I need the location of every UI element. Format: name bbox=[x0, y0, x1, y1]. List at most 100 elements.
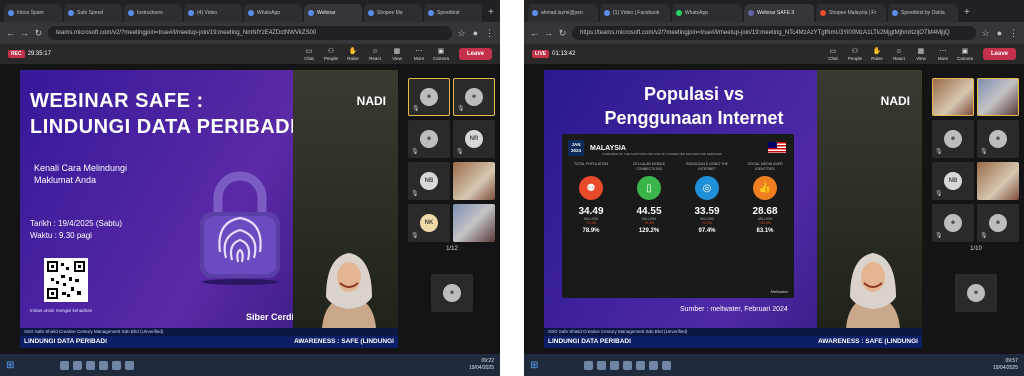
participant-tile[interactable]: ☻ 🎙 bbox=[977, 204, 1019, 242]
browser-tab[interactable]: WhatsApp bbox=[244, 4, 302, 22]
participant-tile[interactable]: NR 🎙 bbox=[453, 120, 495, 158]
camera-button[interactable]: ▣ Camera bbox=[957, 47, 973, 61]
browser-tab[interactable]: Speedtest bbox=[424, 4, 482, 22]
browser-tab[interactable]: ahmad.lazmi@pen bbox=[528, 4, 598, 22]
forward-icon[interactable]: → bbox=[20, 28, 29, 38]
participant-video-tile[interactable] bbox=[453, 204, 495, 242]
meeting-tools: ▭ Chat ⚇ People ✋ Raise ☺ React ▦ View ⋯ More … bbox=[301, 47, 449, 61]
url-field[interactable]: https://teams.microsoft.com/v2/?meetingj… bbox=[572, 26, 976, 40]
profile-icon[interactable]: ● bbox=[471, 28, 480, 38]
stat-change: +20.0% bbox=[759, 221, 771, 225]
leave-button[interactable]: Leave bbox=[982, 48, 1016, 60]
participant-tile[interactable]: ☻ 🎙 bbox=[932, 204, 974, 242]
forward-icon[interactable]: → bbox=[544, 28, 553, 38]
taskbar-app-icon[interactable] bbox=[86, 360, 96, 370]
ticker-left: LINDUNGI DATA PERIBADI bbox=[548, 338, 631, 345]
participant-tile[interactable]: ☻ 🎙 bbox=[453, 78, 495, 116]
camera-button[interactable]: ▣ Camera bbox=[433, 47, 449, 61]
taskbar-app-icon[interactable] bbox=[597, 360, 607, 370]
participant-tile[interactable]: NB 🎙 bbox=[408, 162, 450, 200]
tab-favicon-icon bbox=[676, 10, 682, 16]
taskbar-app-icon[interactable] bbox=[584, 360, 594, 370]
reload-icon[interactable]: ↻ bbox=[558, 28, 567, 39]
star-icon[interactable]: ☆ bbox=[981, 28, 990, 39]
back-icon[interactable]: ← bbox=[6, 28, 15, 38]
taskbar-app-icon[interactable] bbox=[112, 360, 122, 370]
self-view-tile[interactable]: ☻ bbox=[431, 274, 473, 312]
camera-icon: ▣ bbox=[961, 48, 969, 55]
participant-tile[interactable]: NK 🎙 bbox=[408, 204, 450, 242]
new-tab-icon[interactable]: + bbox=[488, 4, 494, 22]
participant-tile[interactable]: ☻ 🎙 bbox=[408, 120, 450, 158]
reload-icon[interactable]: ↻ bbox=[34, 28, 43, 39]
participant-video-tile[interactable] bbox=[977, 162, 1019, 200]
participant-tile[interactable]: ☻ 🎙 bbox=[408, 78, 450, 116]
back-icon[interactable]: ← bbox=[530, 28, 539, 38]
taskbar-app-icon[interactable] bbox=[649, 360, 659, 370]
grid-icon: ▦ bbox=[917, 48, 925, 55]
tab-favicon-icon bbox=[128, 10, 134, 16]
taskbar-app-icon[interactable] bbox=[73, 360, 83, 370]
browser-menu-icon[interactable]: ⋮ bbox=[1009, 28, 1018, 39]
participant-video-tile[interactable] bbox=[977, 78, 1019, 116]
taskbar-app-icon[interactable] bbox=[99, 360, 109, 370]
new-tab-icon[interactable]: + bbox=[964, 4, 970, 22]
stat-value: 28.68 bbox=[752, 206, 778, 217]
windows-start-icon[interactable]: ⊞ bbox=[530, 360, 538, 371]
taskbar-app-icon[interactable] bbox=[662, 360, 672, 370]
windows-start-icon[interactable]: ⊞ bbox=[6, 360, 14, 371]
taskbar-app-icon[interactable] bbox=[610, 360, 620, 370]
participant-tile[interactable]: ☻ 🎙 bbox=[932, 120, 974, 158]
slide-title-line-2: LINDUNGI DATA PERIBADI bbox=[30, 116, 297, 138]
taskbar-app-icon[interactable] bbox=[623, 360, 633, 370]
participant-video-tile[interactable] bbox=[453, 162, 495, 200]
browser-tab[interactable]: WhatsApp bbox=[672, 4, 742, 22]
view-button[interactable]: ▦ View bbox=[389, 47, 405, 61]
raise-hand-button[interactable]: ✋ Raise bbox=[345, 47, 361, 61]
more-button[interactable]: ⋯ More bbox=[411, 47, 427, 61]
people-button[interactable]: ⚇ People bbox=[323, 47, 339, 61]
star-icon[interactable]: ☆ bbox=[457, 28, 466, 39]
browser-tab[interactable]: Inbox Spam bbox=[4, 4, 62, 22]
leave-button[interactable]: Leave bbox=[458, 48, 492, 60]
chat-label: Chat bbox=[304, 56, 314, 61]
participant-tile[interactable]: ☻ 🎙 bbox=[977, 120, 1019, 158]
tab-label: WhatsApp bbox=[257, 10, 281, 16]
raise-hand-button[interactable]: ✋ Raise bbox=[869, 47, 885, 61]
browser-tab[interactable]: Safe Speed bbox=[64, 4, 122, 22]
browser-tab[interactable]: Speedtest by Ookla bbox=[888, 4, 958, 22]
taskbar-app-icon[interactable] bbox=[60, 360, 70, 370]
browser-tab[interactable]: (4) Video bbox=[184, 4, 242, 22]
gallery-pager[interactable]: 1/10 bbox=[932, 246, 1020, 252]
participant-video-tile[interactable] bbox=[932, 78, 974, 116]
taskbar-app-icon[interactable] bbox=[125, 360, 135, 370]
view-button[interactable]: ▦ View bbox=[913, 47, 929, 61]
browser-tab[interactable]: (1) Video | Facebook bbox=[600, 4, 670, 22]
url-field[interactable]: teams.microsoft.com/v2/?meetingjoin=true… bbox=[48, 26, 452, 40]
browser-tab[interactable]: Shopee Ma bbox=[364, 4, 422, 22]
stat-percent: 97.4% bbox=[698, 228, 716, 234]
system-tray-clock[interactable]: 09:57 19/04/2025 bbox=[993, 358, 1018, 372]
browser-tab-active[interactable]: Webinar bbox=[304, 4, 362, 22]
system-tray-clock[interactable]: 09:22 19/04/2025 bbox=[469, 358, 494, 372]
chat-button[interactable]: ▭ Chat bbox=[825, 47, 841, 61]
tab-favicon-icon bbox=[368, 10, 374, 16]
self-view-tile[interactable]: ☻ bbox=[955, 274, 997, 312]
browser-menu-icon[interactable]: ⋮ bbox=[485, 28, 494, 39]
more-button[interactable]: ⋯ More bbox=[935, 47, 951, 61]
gallery-pager[interactable]: 1/12 bbox=[408, 246, 496, 252]
chat-button[interactable]: ▭ Chat bbox=[301, 47, 317, 61]
profile-icon[interactable]: ● bbox=[995, 28, 1004, 38]
clock-date: 19/04/2025 bbox=[992, 365, 1018, 371]
react-button[interactable]: ☺ React bbox=[367, 47, 383, 61]
react-button[interactable]: ☺ React bbox=[891, 47, 907, 61]
stat-label: INDIVIDUALS USING THE INTERNET bbox=[686, 162, 728, 171]
participant-tile[interactable]: NB 🎙 bbox=[932, 162, 974, 200]
taskbar-app-icon[interactable] bbox=[636, 360, 646, 370]
browser-tab-active[interactable]: Webinar SAFE II bbox=[744, 4, 814, 22]
people-button[interactable]: ⚇ People bbox=[847, 47, 863, 61]
ticker-banner: LINDUNGI DATA PERIBADI AWARENESS : SAFE … bbox=[20, 336, 398, 348]
browser-tab[interactable]: Shopee Malaysia | Fr bbox=[816, 4, 886, 22]
person-icon: ☻ bbox=[420, 130, 438, 148]
browser-tab[interactable]: Instructions bbox=[124, 4, 182, 22]
